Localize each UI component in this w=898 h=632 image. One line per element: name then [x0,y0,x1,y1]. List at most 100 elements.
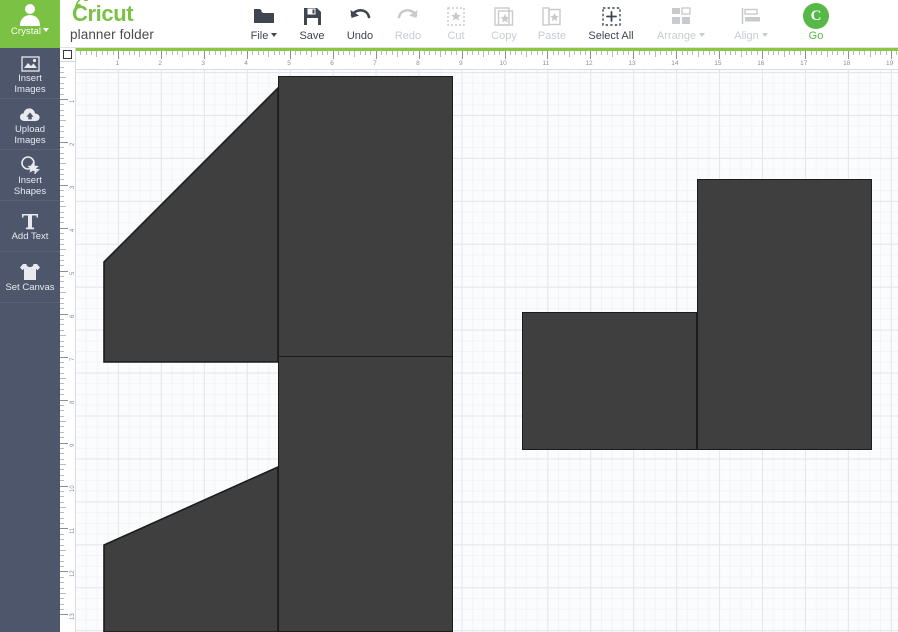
ruler-tick [595,51,597,55]
shape-rectangle-panel-right-tall[interactable] [697,179,872,450]
shape-pentagon-panel-upper-left[interactable] [103,87,280,364]
ruler-tick [60,426,64,428]
ruler-tick [60,313,68,315]
ruler-tick [60,480,64,482]
ruler-label: 2 [70,142,76,146]
main-toolbar: File Save Undo Redo Cut Copy Paste Selec… [240,0,846,48]
file-menu-button[interactable]: File [240,0,288,48]
vertical-ruler[interactable]: 1 2 3 4 5 6 7 8 9 10 11 12 13 [60,62,76,632]
shape-rectangle-panel-upper-right[interactable] [278,76,453,362]
save-label: Save [299,30,325,42]
ruler-tick [60,260,64,261]
ruler-tick [423,51,425,55]
user-account-menu[interactable]: Crystal [0,0,60,48]
ruler-tick [60,474,64,476]
ruler-label: 8 [416,60,420,67]
ruler-tick [321,51,323,55]
ruler-tick [456,51,458,55]
select-all-button[interactable]: Select All [576,0,646,48]
ruler-tick [858,51,860,55]
sidebar-item-add-text[interactable]: Add Text [0,201,60,252]
ruler-tick [531,51,533,55]
undo-arrow-icon [349,4,371,28]
ruler-label: 7 [70,357,76,361]
ruler-tick [649,51,651,55]
ruler-tick [60,582,64,584]
ruler-tick [794,51,796,55]
shape-rectangle-panel-lower-right[interactable] [278,356,453,632]
ruler-tick [203,51,205,59]
paste-button[interactable]: Paste [528,0,576,48]
ruler-label: 3 [70,185,76,189]
ruler-tick [60,404,64,406]
go-button[interactable]: C Go [786,0,846,48]
copy-button[interactable]: Copy [480,0,528,48]
ruler-tick [60,421,66,423]
ruler-tick [60,560,64,562]
ruler-tick [60,447,64,449]
ruler-tick [391,51,393,55]
sidebar-item-insert-images[interactable]: Insert Images [0,48,60,99]
cut-button[interactable]: Cut [432,0,480,48]
insert-shapes-icon [20,153,40,174]
ruler-label: 11 [542,60,550,67]
ruler-tick [831,51,833,55]
ruler-tick [837,51,839,55]
ruler-tick [413,51,415,55]
ruler-tick [60,367,64,369]
align-menu-button[interactable]: Align [716,0,786,48]
ruler-tick [692,51,694,55]
ruler-tick [601,51,603,55]
ruler-tick [60,249,66,251]
ruler-tick [60,115,64,117]
redo-button[interactable]: Redo [384,0,432,48]
ruler-tick [536,51,538,55]
ruler-tick [60,227,68,229]
ruler-tick [279,51,280,55]
ruler-tick [268,51,270,57]
insert-image-icon [20,51,40,72]
ruler-tick [246,51,248,59]
shape-rectangle-panel-right-small[interactable] [522,312,697,450]
ruler-tick [778,51,780,55]
ruler-tick [520,51,522,55]
arrange-label: Arrange [657,30,706,42]
ruler-tick [60,523,64,525]
ruler-tick [209,51,211,55]
ruler-tick [60,528,68,530]
ruler-tick [60,163,66,165]
save-button[interactable]: Save [288,0,336,48]
go-label: Go [808,30,824,42]
ruler-tick [219,51,221,55]
ruler-tick [746,51,748,55]
ruler-tick [60,383,64,385]
shape-quad-panel-lower-left[interactable] [103,466,280,632]
sidebar-item-insert-shapes[interactable]: Insert Shapes [0,150,60,201]
sidebar-item-set-canvas[interactable]: Set Canvas [0,252,60,303]
align-label: Align [734,30,768,42]
text-t-icon [20,209,40,230]
ruler-tick [60,464,66,466]
ruler-tick [60,576,64,578]
select-all-icon [601,4,621,28]
ruler-tick [60,490,64,492]
ruler-origin-corner[interactable] [60,48,76,62]
arrange-menu-button[interactable]: Arrange [646,0,716,48]
horizontal-ruler[interactable]: 1 2 3 4 5 6 7 8 9 10 11 12 13 14 15 16 17 18 19 [76,48,898,70]
ruler-tick [60,592,66,594]
ruler-tick [60,184,68,186]
ruler-label: 5 [70,271,76,275]
ruler-tick [585,51,587,55]
ruler-tick [155,51,157,55]
ruler-tick [60,302,64,304]
origin-square-icon [63,50,72,59]
cricut-logo: Cricut [70,0,154,26]
design-canvas[interactable] [76,70,898,632]
undo-button[interactable]: Undo [336,0,384,48]
ruler-tick [60,544,64,546]
ruler-tick [660,51,662,55]
ruler-tick [327,51,329,55]
cut-label: Cut [447,30,465,42]
ruler-tick [60,356,68,358]
sidebar-item-upload-images[interactable]: Upload Images [0,99,60,150]
